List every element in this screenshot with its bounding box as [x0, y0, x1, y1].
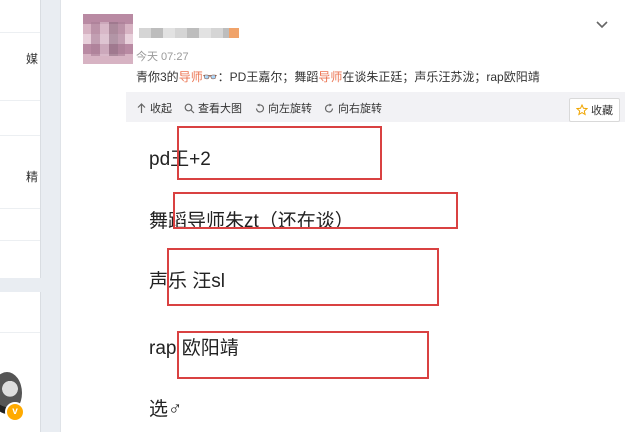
divider	[0, 240, 40, 241]
media-toolbar: 收起 查看大图 向左旋转 向右旋转	[136, 98, 394, 118]
topic-link[interactable]: 导师	[179, 70, 203, 84]
view-large-button[interactable]: 查看大图	[184, 100, 242, 116]
collapse-label: 收起	[150, 103, 172, 115]
left-item-text[interactable]: 精	[26, 168, 38, 185]
red-annotation-box	[167, 248, 439, 306]
rotate-right-button[interactable]: 向右旋转	[324, 100, 382, 116]
left-card-top: 媒 精	[0, 0, 41, 278]
post-text-part: 在谈朱正廷；声乐汪苏泷；rap欧阳靖	[342, 70, 540, 84]
left-sidebar: 媒 精 v	[0, 0, 41, 432]
arrow-up-icon	[137, 102, 146, 113]
divider	[0, 332, 40, 333]
red-annotation-box	[177, 331, 429, 379]
divider	[0, 32, 40, 33]
rotate-left-label: 向左旋转	[268, 103, 312, 115]
rotate-left-button[interactable]: 向左旋转	[254, 100, 312, 116]
search-icon	[184, 103, 195, 113]
star-icon	[576, 104, 588, 116]
media-viewer: 收起 查看大图 向左旋转 向右旋转 收藏 pd王+2 舞蹈导师朱zt（还在谈）	[126, 92, 625, 432]
post-text: 青你3的导师👓：PD王嘉尔；舞蹈导师在谈朱正廷；声乐汪苏泷；rap欧阳靖	[136, 68, 540, 85]
favorite-button[interactable]: 收藏	[569, 98, 620, 122]
left-item-text[interactable]: 媒	[26, 50, 38, 67]
post-text-part: 👓：PD王嘉尔；舞蹈	[202, 70, 319, 84]
post-text-part: 青你3的	[136, 70, 179, 84]
post-image[interactable]: pd王+2 舞蹈导师朱zt（还在谈） 声乐 汪sl rap 欧阳靖 选♂	[126, 122, 625, 432]
divider	[0, 208, 40, 209]
red-annotation-box	[173, 192, 458, 229]
topic-link[interactable]: 导师	[318, 70, 342, 84]
red-annotation-box	[177, 126, 382, 180]
divider	[0, 135, 40, 136]
post-card: 今天 07:27 青你3的导师👓：PD王嘉尔；舞蹈导师在谈朱正廷；声乐汪苏泷；r…	[60, 0, 625, 432]
username-blurred-mark	[229, 28, 239, 38]
avatar[interactable]	[83, 14, 133, 64]
verified-badge-icon: v	[5, 402, 25, 422]
post-timestamp[interactable]: 今天 07:27	[136, 48, 189, 64]
divider	[0, 100, 40, 101]
favorite-label: 收藏	[591, 105, 613, 117]
rotate-right-label: 向右旋转	[338, 103, 382, 115]
image-text-line: 选♂	[149, 399, 183, 420]
chevron-down-icon[interactable]	[592, 14, 612, 34]
collapse-button[interactable]: 收起	[136, 100, 172, 116]
view-large-label: 查看大图	[198, 103, 242, 115]
username-blurred[interactable]	[139, 28, 239, 38]
rotate-right-icon	[324, 103, 334, 112]
rotate-left-icon	[255, 103, 265, 112]
